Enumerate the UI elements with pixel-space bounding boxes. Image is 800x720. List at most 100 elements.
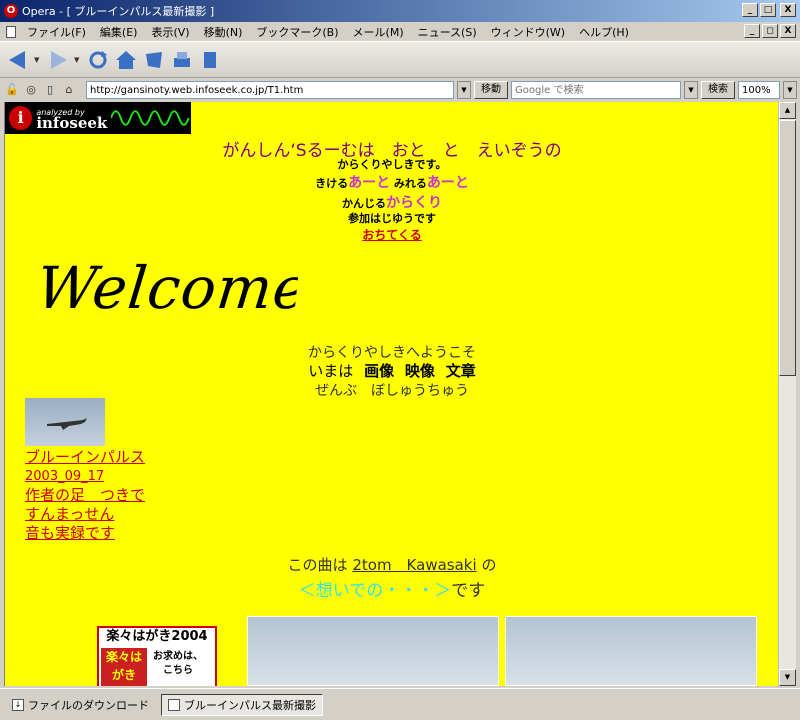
home-icon bbox=[116, 50, 136, 69]
welcome-banner: Welcome! bbox=[33, 254, 301, 322]
banner-title: 楽々はがき2004 bbox=[99, 628, 215, 646]
song-text-b: の bbox=[481, 556, 497, 574]
search-button[interactable]: 検索 bbox=[701, 81, 735, 99]
doc-close-button[interactable]: X bbox=[780, 24, 796, 38]
tab-download[interactable]: ↓ ファイルのダウンロード bbox=[6, 694, 155, 716]
forward-history-dropdown[interactable]: ▼ bbox=[74, 56, 82, 64]
song-credit: この曲は 2tom Kawasaki の bbox=[5, 554, 778, 575]
document-icon bbox=[6, 25, 16, 38]
navigation-toolbar: ▼ ▼ bbox=[0, 42, 800, 78]
back-button[interactable] bbox=[6, 48, 30, 72]
menu-navigate[interactable]: 移動(N) bbox=[197, 24, 250, 40]
doc-restore-button[interactable]: ◻ bbox=[762, 24, 778, 38]
download-icon: ↓ bbox=[12, 698, 24, 711]
menu-view[interactable]: 表示(V) bbox=[144, 24, 196, 40]
line3-text-a: かんじる bbox=[342, 197, 386, 210]
user-icon[interactable]: ⌂ bbox=[61, 82, 77, 98]
welcome-text-1: からくりやしきへようこそ bbox=[308, 345, 476, 361]
song-title-line: ＜想いでの・・・＞です bbox=[5, 576, 778, 601]
url-dropdown-arrow[interactable]: ▼ bbox=[457, 81, 471, 99]
reload-icon bbox=[89, 50, 107, 68]
infoseek-badge[interactable]: i analyzed by infoseek bbox=[5, 102, 191, 134]
tab-blue-impulse[interactable]: ブルーインパルス最新撮影 bbox=[161, 693, 323, 716]
page-button[interactable] bbox=[198, 48, 222, 72]
sky-photo-2[interactable] bbox=[505, 616, 757, 686]
go-button[interactable]: 移動 bbox=[474, 81, 508, 99]
print-button[interactable] bbox=[170, 48, 194, 72]
address-toolbar: 🔓 ◎ ▯ ⌂ ▼ 移動 ▼ 検索 ▼ bbox=[0, 78, 800, 102]
vertical-scrollbar[interactable]: ▲ ▼ bbox=[778, 102, 796, 686]
line2-highlight-a: あーと bbox=[348, 175, 391, 191]
tab-download-label: ファイルのダウンロード bbox=[28, 698, 149, 712]
search-input[interactable] bbox=[511, 81, 681, 99]
menu-mail[interactable]: メール(M) bbox=[346, 24, 411, 40]
scroll-up-arrow-icon[interactable]: ▲ bbox=[779, 102, 796, 119]
forward-button[interactable] bbox=[46, 48, 70, 72]
scroll-down-arrow-icon[interactable]: ▼ bbox=[779, 669, 796, 686]
maximize-button[interactable]: □ bbox=[760, 3, 776, 17]
page-info-icon[interactable]: ▯ bbox=[42, 82, 58, 98]
menu-edit[interactable]: 編集(E) bbox=[93, 24, 145, 40]
doc-minimize-button[interactable]: _ bbox=[744, 24, 760, 38]
sky-photo-1[interactable] bbox=[247, 616, 499, 686]
menu-bar: ファイル(F) 編集(E) 表示(V) 移動(N) ブックマーク(B) メール(… bbox=[0, 22, 800, 42]
minimize-button[interactable]: _ bbox=[742, 3, 758, 17]
url-input[interactable] bbox=[86, 81, 454, 99]
page-viewport: i analyzed by infoseek がんしん‘Sるーむは おと と え… bbox=[4, 102, 778, 686]
hotlist-button[interactable] bbox=[142, 48, 166, 72]
banner-cta-b: こちら bbox=[163, 665, 193, 676]
menu-window[interactable]: ウィンドウ(W) bbox=[484, 24, 572, 40]
category-videos: 映像 bbox=[404, 362, 435, 380]
window-tab-bar: ↓ ファイルのダウンロード ブルーインパルス最新撮影 bbox=[0, 688, 800, 720]
line2-highlight-b: あーと bbox=[426, 175, 469, 191]
reload-button[interactable] bbox=[86, 48, 110, 72]
intro-line-3: かんじるからくり bbox=[5, 192, 778, 212]
opera-logo-icon: O bbox=[4, 4, 18, 18]
camera-icon[interactable]: ◎ bbox=[23, 82, 39, 98]
back-history-dropdown[interactable]: ▼ bbox=[34, 56, 42, 64]
close-button[interactable]: X bbox=[780, 3, 796, 17]
window-titlebar: O Opera - [ ブルーインパルス最新撮影 ] _ □ X bbox=[0, 0, 800, 22]
home-button[interactable] bbox=[114, 48, 138, 72]
song-text-c: です bbox=[451, 581, 486, 601]
intro-line-2: きけるあーと みれるあーと bbox=[5, 172, 778, 192]
tab-blue-impulse-label: ブルーインパルス最新撮影 bbox=[184, 698, 316, 712]
zoom-input[interactable] bbox=[738, 81, 780, 99]
link-blue-impulse[interactable]: ブルーインパルス bbox=[25, 448, 145, 467]
menu-file[interactable]: ファイル(F) bbox=[20, 24, 93, 40]
rakuraku-hagaki-banner[interactable]: 楽々はがき2004 楽々はがき お求めは、 こちら bbox=[97, 626, 217, 686]
intro-line-1: からくりやしきです。 bbox=[337, 158, 447, 171]
song-text-a: この曲は bbox=[287, 556, 348, 574]
ochitekuru-link[interactable]: おちてくる bbox=[362, 228, 421, 242]
infoseek-logo-icon: i bbox=[9, 106, 33, 130]
menu-news[interactable]: ニュース(S) bbox=[411, 24, 484, 40]
jet-thumbnail-image[interactable] bbox=[25, 398, 105, 446]
security-lock-icon[interactable]: 🔓 bbox=[4, 82, 20, 98]
link-author-feet[interactable]: 作者の足 つきで bbox=[25, 486, 145, 505]
welcome-text-2: いまは 画像 映像 文章 bbox=[5, 360, 778, 381]
line2-text-c: みれる bbox=[390, 177, 427, 190]
menu-bookmarks[interactable]: ブックマーク(B) bbox=[249, 24, 345, 40]
composer-link[interactable]: 2tom Kawasaki bbox=[352, 556, 476, 574]
link-sound[interactable]: 音も実録です bbox=[25, 524, 145, 543]
banner-cta-a: お求めは、 bbox=[153, 651, 203, 662]
zoom-dropdown[interactable]: ▼ bbox=[783, 81, 797, 99]
banner-red-box: 楽々はがき bbox=[101, 648, 147, 686]
link-sorry[interactable]: すんまっせん bbox=[25, 505, 145, 524]
song-title: ＜想いでの・・・＞ bbox=[298, 581, 452, 601]
menu-help[interactable]: ヘルプ(H) bbox=[572, 24, 636, 40]
scroll-thumb[interactable] bbox=[779, 120, 796, 376]
blue-impulse-links: ブルーインパルス 2003_09_17 作者の足 つきで すんまっせん 音も実録… bbox=[25, 448, 145, 543]
hotlist-icon bbox=[146, 51, 162, 68]
welcome-text-2a: いまは bbox=[308, 362, 354, 380]
page-icon bbox=[204, 51, 216, 68]
link-date[interactable]: 2003_09_17 bbox=[25, 467, 145, 486]
category-texts: 文章 bbox=[445, 362, 476, 380]
printer-icon bbox=[174, 51, 190, 67]
back-arrow-icon bbox=[9, 50, 25, 69]
page-tab-icon bbox=[168, 698, 180, 711]
banner-cta: お求めは、 こちら bbox=[153, 650, 203, 678]
search-engine-dropdown[interactable]: ▼ bbox=[684, 81, 698, 99]
intro-line-4: 参加はじゆうです bbox=[348, 212, 436, 225]
welcome-text-3: ぜんぶ ぼしゅうちゅう bbox=[315, 383, 469, 399]
